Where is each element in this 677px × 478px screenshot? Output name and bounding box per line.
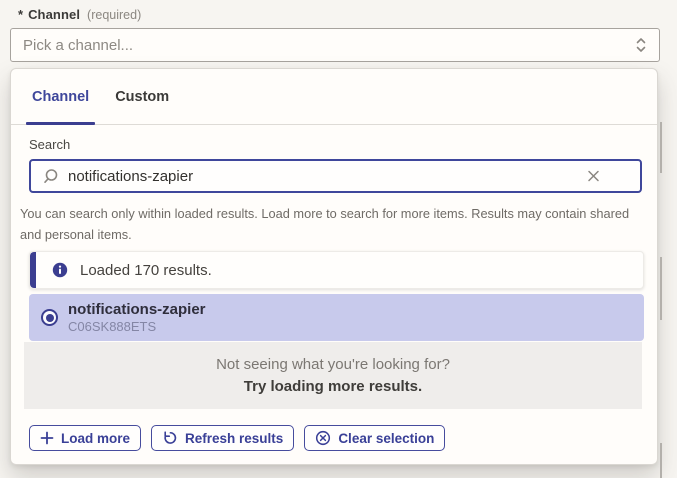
loaded-results-banner: Loaded 170 results. xyxy=(29,251,644,289)
refresh-arrow-icon xyxy=(162,430,178,446)
slack-channel-picker: * Channel (required) Pick a channel... Cha… xyxy=(0,0,677,478)
refresh-results-label: Refresh results xyxy=(185,431,283,446)
background-field-edge xyxy=(660,257,662,320)
load-more-hint: Not seeing what you're looking for? Try … xyxy=(24,342,642,409)
search-helper-text: You can search only within loaded result… xyxy=(20,203,643,245)
refresh-results-button[interactable]: Refresh results xyxy=(151,425,294,451)
clear-selection-button[interactable]: Clear selection xyxy=(304,425,445,451)
field-label-text: Channel xyxy=(28,7,80,22)
clear-search-icon[interactable] xyxy=(587,170,600,183)
result-row-selected[interactable]: notifications-zapier C06SK888ETS xyxy=(29,294,644,341)
banner-text: Loaded 170 results. xyxy=(80,262,212,279)
result-subtitle: C06SK888ETS xyxy=(68,319,206,335)
search-label: Search xyxy=(29,137,657,155)
select-placeholder: Pick a channel... xyxy=(23,37,133,54)
result-title: notifications-zapier xyxy=(68,301,206,319)
field-label: * Channel (required) xyxy=(18,7,141,22)
radio-selected-icon[interactable] xyxy=(41,309,58,326)
hint-line1: Not seeing what you're looking for? xyxy=(216,356,450,373)
circle-x-icon xyxy=(315,430,331,446)
hint-line2: Try loading more results. xyxy=(244,378,422,395)
plus-icon xyxy=(40,431,54,445)
required-hint: (required) xyxy=(87,8,141,22)
channel-select[interactable]: Pick a channel... xyxy=(10,28,660,62)
banner-accent-bar xyxy=(30,252,36,288)
search-icon xyxy=(42,168,59,185)
tab-bar: Channel Custom xyxy=(11,69,657,125)
info-icon xyxy=(52,262,68,278)
clear-selection-label: Clear selection xyxy=(338,431,434,446)
actions-bar: Load more Refresh results Clear selectio… xyxy=(29,425,657,451)
search-input[interactable] xyxy=(68,161,640,191)
tab-channel-label: Channel xyxy=(32,89,89,105)
background-field-edge xyxy=(660,443,662,478)
required-asterisk: * xyxy=(18,7,23,22)
tab-channel[interactable]: Channel xyxy=(26,69,95,124)
load-more-button[interactable]: Load more xyxy=(29,425,141,451)
tab-custom-label: Custom xyxy=(115,89,169,105)
chevron-up-down-icon xyxy=(635,35,647,55)
load-more-label: Load more xyxy=(61,431,130,446)
channel-dropdown-panel: Channel Custom Search You can search onl… xyxy=(10,68,658,465)
tab-custom[interactable]: Custom xyxy=(109,69,175,124)
background-field-edge xyxy=(660,122,662,173)
search-field xyxy=(29,159,642,193)
